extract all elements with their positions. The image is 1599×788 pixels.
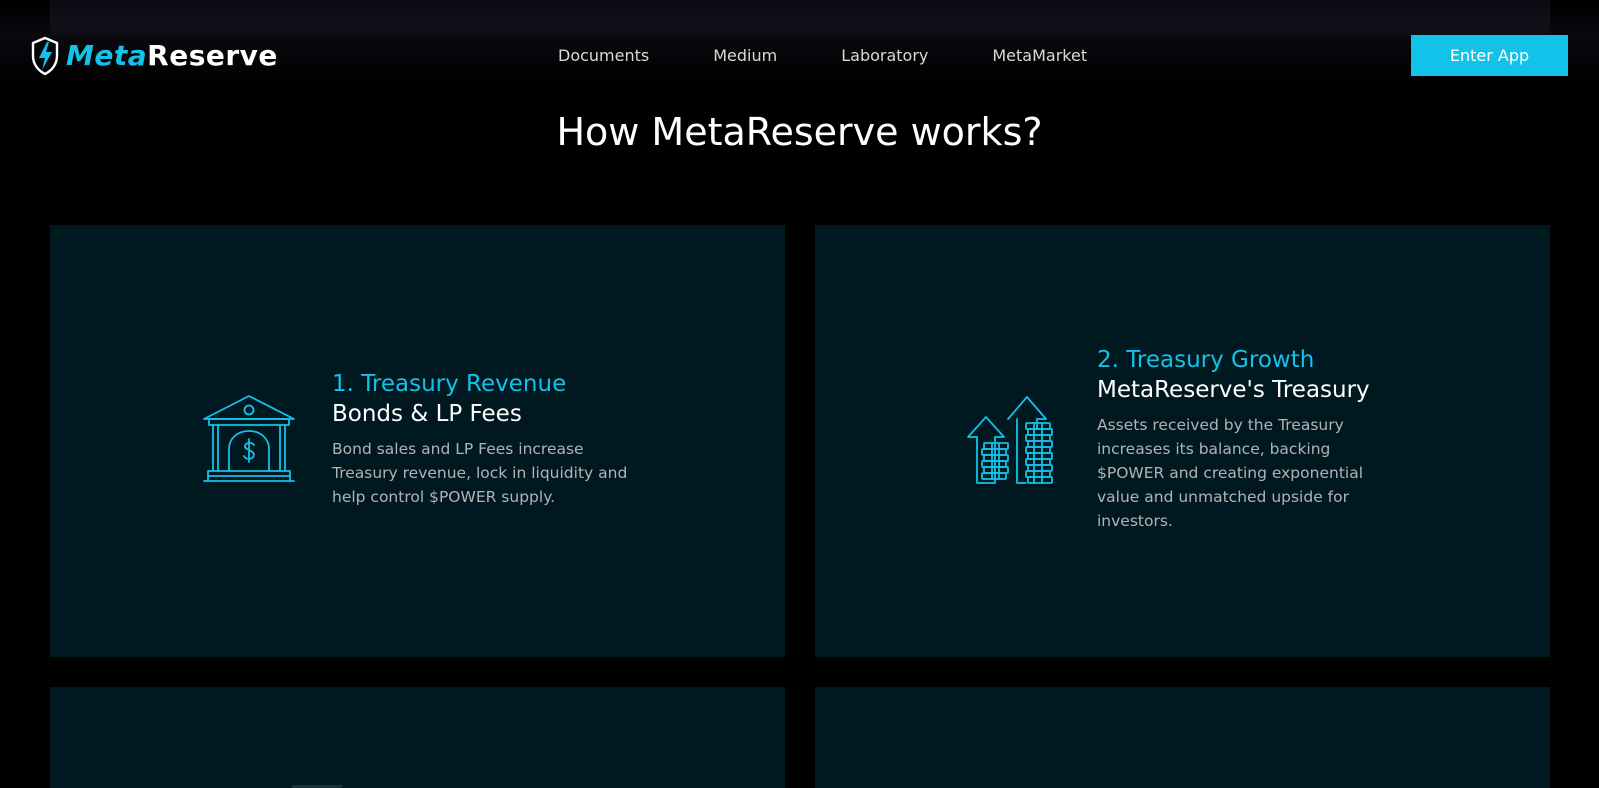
nav-item-medium[interactable]: Medium	[713, 44, 777, 68]
main-nav: Documents Medium Laboratory MetaMarket	[540, 44, 1087, 68]
card-treasury-growth: 2. Treasury Growth MetaReserve's Treasur…	[815, 225, 1550, 657]
page: MetaReserve Documents Medium Laboratory …	[0, 0, 1599, 788]
nav-item-laboratory[interactable]: Laboratory	[841, 44, 928, 68]
card-description: Bond sales and LP Fees increase Treasury…	[332, 440, 628, 506]
logo-reserve-text: Reserve	[147, 39, 278, 72]
card-heading: Bonds & LP Fees	[332, 401, 522, 427]
card-heading: MetaReserve's Treasury	[1097, 377, 1370, 403]
growth-arrows-coins-icon	[967, 396, 1053, 484]
shield-lightning-icon	[31, 36, 59, 76]
site-header: MetaReserve Documents Medium Laboratory …	[0, 0, 1599, 86]
section-title: How MetaReserve works?	[556, 110, 1043, 154]
card-partial-left	[50, 687, 785, 788]
logo-link[interactable]: MetaReserve	[30, 36, 278, 76]
nav-item-documents[interactable]: Documents	[558, 44, 649, 68]
card-text: 2. Treasury Growth MetaReserve's Treasur…	[1097, 345, 1397, 533]
card-step-title: 1. Treasury Revenue	[332, 371, 567, 397]
card-step-title: 2. Treasury Growth	[1097, 347, 1315, 373]
logo-wordmark: MetaReserve	[66, 36, 278, 76]
card-treasury-revenue: 1. Treasury Revenue Bonds & LP Fees Bond…	[50, 225, 785, 657]
nav-item-metamarket[interactable]: MetaMarket	[992, 44, 1087, 68]
card-partial-right	[815, 687, 1550, 788]
logo-meta-text: Meta	[66, 39, 148, 72]
card-text: 1. Treasury Revenue Bonds & LP Fees Bond…	[332, 369, 652, 509]
card-description: Assets received by the Treasury increase…	[1097, 416, 1364, 530]
bank-dollar-icon	[203, 395, 295, 482]
enter-app-button[interactable]: Enter App	[1411, 35, 1568, 76]
